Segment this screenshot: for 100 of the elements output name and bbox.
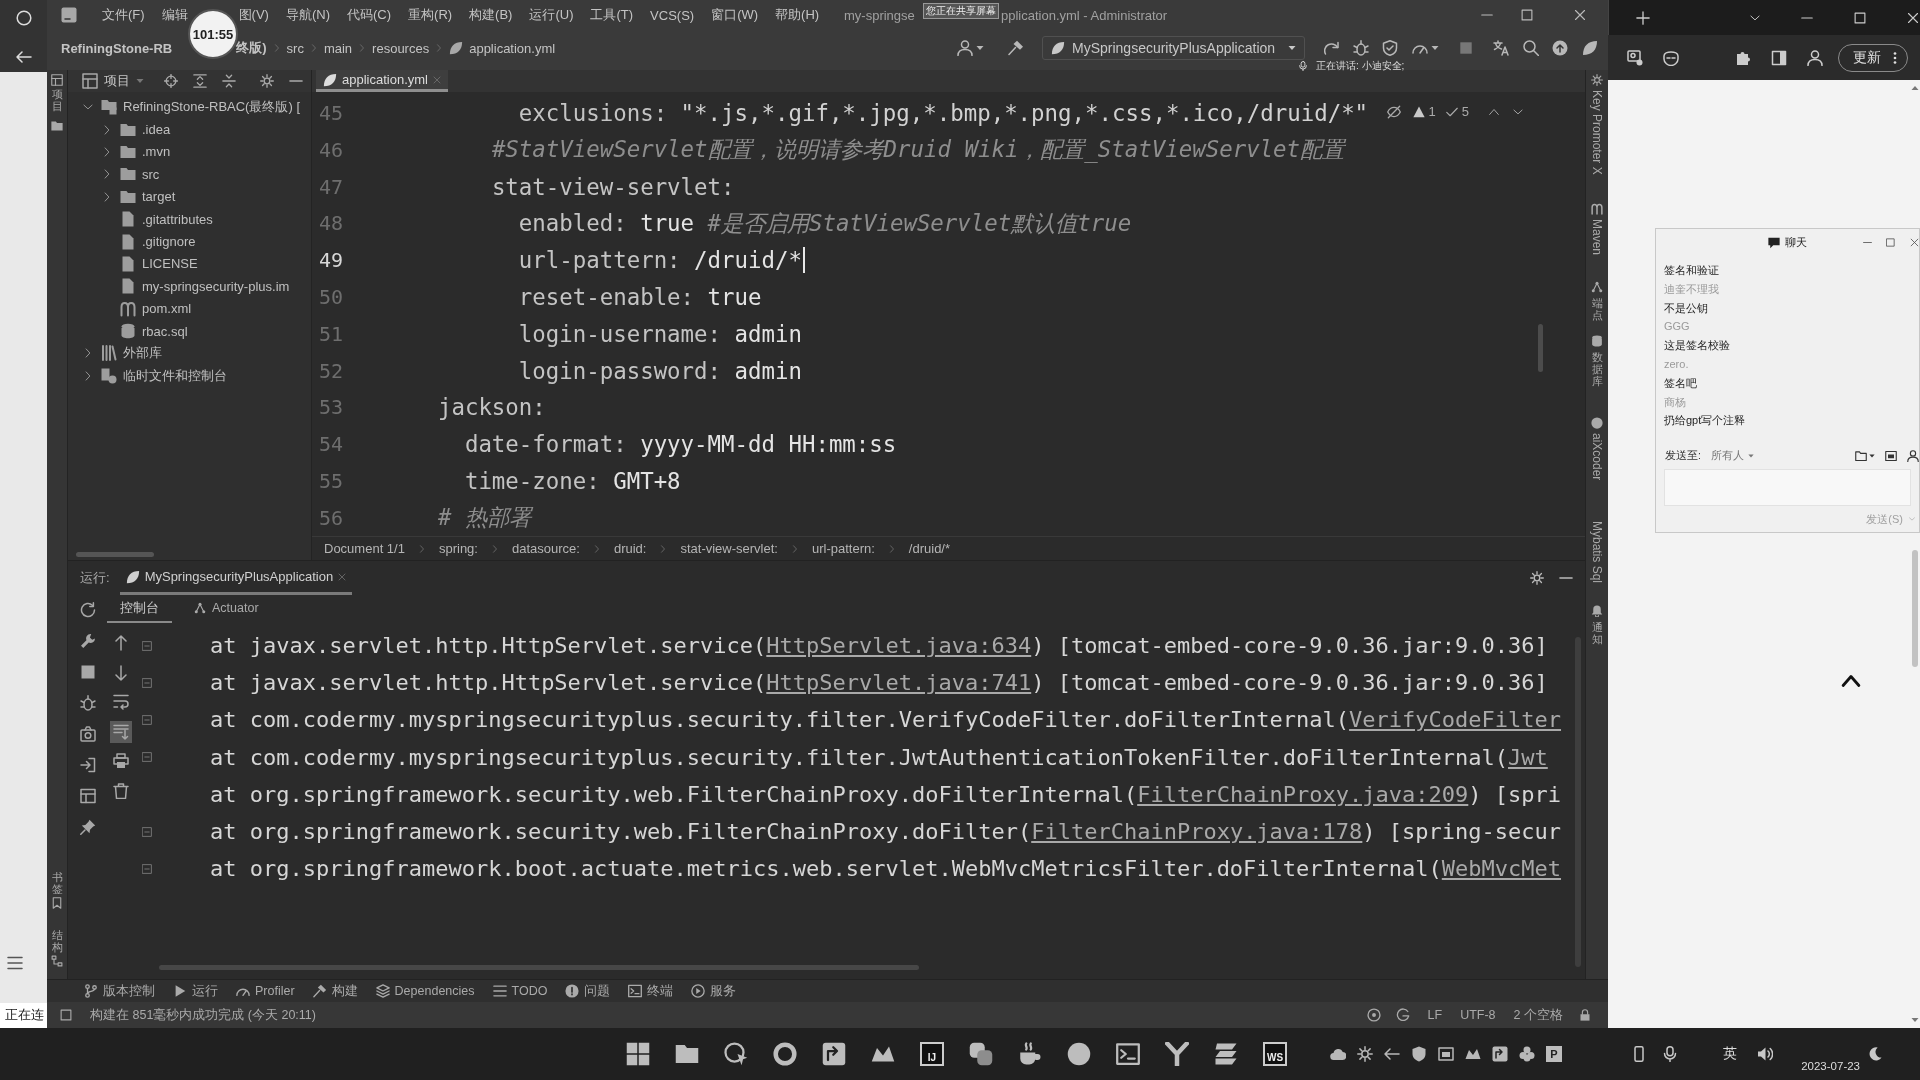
tool-window-button[interactable]: 版本控制: [84, 982, 155, 1000]
scrollbar-thumb[interactable]: [76, 552, 154, 557]
expand-all-icon[interactable]: [193, 74, 207, 88]
caret-icon[interactable]: [976, 44, 984, 52]
breadcrumb-item[interactable]: main: [323, 40, 353, 56]
lock-icon[interactable]: [1579, 1009, 1591, 1021]
tool-window-button[interactable]: Maven: [1590, 202, 1604, 255]
settings-icon[interactable]: [260, 74, 274, 88]
tree-item[interactable]: .gitattributes: [142, 211, 213, 227]
tree-item[interactable]: .idea: [142, 122, 171, 138]
id-card-icon[interactable]: [1627, 49, 1643, 66]
bug-icon[interactable]: [1353, 40, 1369, 56]
breadcrumb-item[interactable]: application.yml: [469, 40, 556, 56]
person-icon[interactable]: [1907, 450, 1919, 463]
arrow-tile-icon[interactable]: [1492, 1046, 1508, 1062]
breadcrumb-item[interactable]: url-pattern:: [811, 541, 875, 557]
microphone-icon[interactable]: [1662, 1046, 1679, 1062]
cloud-icon[interactable]: [1330, 1046, 1346, 1062]
fold-marker-icon[interactable]: [142, 714, 152, 725]
mask-icon[interactable]: [1663, 49, 1679, 66]
input-method-indicator[interactable]: 英: [1723, 1045, 1738, 1063]
project-tool-button[interactable]: 项目: [51, 74, 63, 113]
new-tab-icon[interactable]: [1636, 10, 1650, 25]
fold-marker-icon[interactable]: [142, 752, 152, 763]
cup-icon[interactable]: [1018, 1042, 1042, 1066]
tree-item[interactable]: rbac.sql: [142, 323, 188, 339]
pin-icon[interactable]: [80, 819, 96, 835]
tree-item[interactable]: src: [142, 166, 160, 182]
tool-window-button[interactable]: Mybatis Sql: [1590, 520, 1604, 583]
square-icon[interactable]: [60, 1009, 72, 1021]
chevron-icon[interactable]: [102, 146, 112, 157]
person-icon[interactable]: [957, 40, 973, 56]
puzzle-icon[interactable]: [1736, 49, 1752, 66]
warning-icon[interactable]: [1412, 105, 1425, 118]
crosshair-icon[interactable]: [164, 74, 178, 88]
tool-window-button[interactable]: Profiler: [236, 984, 295, 998]
tree-item[interactable]: pom.xml: [142, 301, 192, 317]
trash-icon[interactable]: [113, 782, 129, 799]
maximize-icon[interactable]: [1521, 9, 1533, 21]
menu-item[interactable]: 图(V): [238, 6, 269, 24]
menu-item[interactable]: VCS(S): [650, 7, 695, 23]
printer-icon[interactable]: [113, 753, 129, 769]
arrow-tile-icon[interactable]: [822, 1042, 846, 1066]
fold-marker-icon[interactable]: [142, 677, 152, 688]
caret-icon[interactable]: [1869, 453, 1875, 460]
recipient-dropdown[interactable]: 所有人: [1710, 449, 1754, 464]
file-link[interactable]: VerifyCodeFilter: [1349, 707, 1561, 733]
breadcrumb-item[interactable]: spring:: [438, 541, 478, 557]
folder-icon[interactable]: [51, 120, 63, 133]
menu-item[interactable]: 构建(B): [469, 6, 513, 24]
exit-icon[interactable]: [80, 757, 96, 773]
wrench-icon[interactable]: [80, 633, 96, 649]
moon-icon[interactable]: [1868, 1047, 1882, 1061]
status-item[interactable]: LF: [1427, 1008, 1443, 1022]
translate-icon[interactable]: [1493, 40, 1509, 56]
up-arrow-circle-icon[interactable]: [1552, 40, 1568, 56]
layout-icon[interactable]: [80, 788, 96, 804]
console-tab[interactable]: Actuator: [192, 595, 261, 623]
check-icon[interactable]: [1445, 105, 1458, 118]
tool-window-button[interactable]: 服务: [691, 982, 737, 1000]
tree-item[interactable]: RefiningStone-RBAC(最终版) [: [123, 98, 300, 117]
menu-item[interactable]: 导航(N): [285, 6, 330, 24]
rerun-icon[interactable]: [80, 602, 96, 618]
scroll-down-icon[interactable]: [1911, 1016, 1919, 1024]
arc-icon[interactable]: [1395, 1008, 1410, 1022]
frame-icon[interactable]: [1885, 450, 1897, 463]
fork-icon[interactable]: [1165, 1042, 1189, 1066]
panel-title[interactable]: 项目: [104, 72, 130, 90]
run-tab[interactable]: MySpringsecurityPlusApplication: [119, 561, 353, 595]
terminal-icon[interactable]: [1116, 1042, 1140, 1066]
menu-item[interactable]: 运行(U): [529, 6, 574, 24]
stop-icon[interactable]: [1459, 41, 1473, 55]
ring-cursor-icon[interactable]: [724, 1042, 748, 1066]
menu-item[interactable]: 重构(R): [408, 6, 453, 24]
tool-window-button[interactable]: 构建: [312, 982, 358, 1000]
tool-window-button[interactable]: 终端: [628, 982, 674, 1000]
tool-window-button[interactable]: 运行: [173, 982, 218, 1000]
up-arrow-icon[interactable]: [113, 635, 129, 651]
ring-icon[interactable]: [773, 1042, 797, 1066]
breadcrumb-item[interactable]: src: [286, 40, 304, 56]
tree-item[interactable]: .gitignore: [142, 234, 196, 250]
tool-window-button[interactable]: 端点: [1591, 280, 1603, 321]
file-link[interactable]: HttpServlet.java:634: [766, 633, 1032, 658]
menu-item[interactable]: 帮助(H): [775, 6, 820, 24]
person-icon[interactable]: [1807, 49, 1823, 66]
soft-wrap-icon[interactable]: [113, 694, 129, 710]
app-launcher[interactable]: IJ: [920, 1042, 944, 1066]
fold-marker-icon[interactable]: [142, 640, 152, 651]
breadcrumb-item[interactable]: stat-view-servlet:: [680, 541, 778, 557]
eye-slash-icon[interactable]: [1386, 104, 1401, 119]
scroll-up-icon[interactable]: [1911, 84, 1919, 92]
file-link[interactable]: WebMvcMet: [1441, 856, 1561, 882]
tool-window-button[interactable]: TODO: [492, 984, 548, 998]
chevron-icon[interactable]: [83, 348, 93, 359]
menu-item[interactable]: 工具(T): [590, 6, 634, 24]
breadcrumb-item[interactable]: RefiningStone-RB: [61, 40, 173, 56]
tree-item[interactable]: .mvn: [142, 144, 171, 160]
close-icon[interactable]: [1574, 9, 1586, 21]
circle-dot-icon[interactable]: [1366, 1008, 1381, 1022]
maximize-icon[interactable]: [1886, 238, 1895, 247]
